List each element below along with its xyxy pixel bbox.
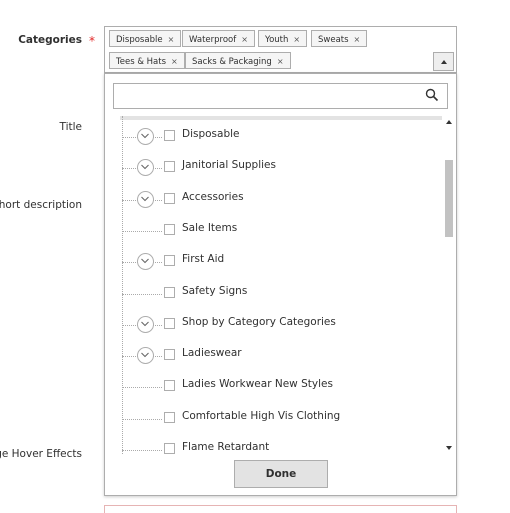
tree-item[interactable]: Flame Retardant [120,439,442,454]
image-hover-effects-label: Image Hover Effects [0,448,82,460]
tag-label: Disposable [116,35,163,45]
tree-item-label: Safety Signs [182,284,248,297]
remove-tag-icon[interactable]: × [241,35,248,44]
category-checkbox[interactable] [164,286,175,298]
tag-disposable[interactable]: Disposable × [109,30,182,47]
categories-label: Categories [18,34,82,46]
tree-branch-line [122,387,162,389]
tree-item[interactable]: First Aid [120,251,442,273]
categories-selected-tags[interactable]: Disposable × Waterproof × Youth × Sweats × T… [104,26,457,73]
required-asterisk: * [89,34,95,48]
remove-tag-icon[interactable]: × [354,35,361,44]
dropdown-footer: Done [105,454,456,495]
tree-item-label: Comfortable High Vis Clothing [182,409,341,422]
tree-item-label: Shop by Category Categories [182,315,336,328]
tag-tees-hats[interactable]: Tees & Hats × [109,52,185,69]
expand-chevron-icon[interactable] [137,315,154,333]
tag-youth[interactable]: Youth × [258,30,308,47]
remove-tag-icon[interactable]: × [293,35,300,44]
tree-item-label: Accessories [182,190,244,203]
done-button[interactable]: Done [234,460,328,488]
scrollbar-thumb[interactable] [445,160,453,237]
tree-item-label: Ladies Workwear New Styles [182,378,333,391]
tag-label: Youth [265,35,289,45]
next-field-input[interactable] [104,505,457,513]
tag-sweats[interactable]: Sweats × [311,30,368,47]
expand-chevron-icon[interactable] [137,128,154,145]
category-checkbox[interactable] [164,223,175,235]
tag-waterproof[interactable]: Waterproof × [182,30,255,47]
tree-item[interactable]: Ladies Workwear New Styles [120,376,442,398]
search-icon[interactable] [425,88,439,102]
tree-item[interactable]: Sale Items [120,220,442,242]
tree-item[interactable]: Shop by Category Categories [120,314,442,336]
category-checkbox[interactable] [164,255,175,267]
remove-tag-icon[interactable]: × [171,57,178,66]
tree-item[interactable]: Ladieswear [120,345,442,367]
tree-item[interactable]: Janitorial Supplies [120,157,442,179]
category-checkbox[interactable] [164,192,175,204]
tree-item[interactable]: Disposable [120,126,442,148]
expand-chevron-icon[interactable] [137,159,154,177]
category-checkbox[interactable] [164,317,175,329]
category-checkbox[interactable] [164,349,175,361]
scroll-up-arrow-icon[interactable] [446,120,452,124]
tree-item[interactable]: Safety Signs [120,283,442,305]
tag-label: Waterproof [189,35,237,45]
tag-label: Sweats [318,35,349,45]
short-description-label: Short description [0,199,82,211]
tree-item-label: First Aid [182,253,225,266]
expand-chevron-icon[interactable] [137,347,154,365]
dropdown-toggle-button[interactable] [433,52,454,71]
title-label: Title [59,121,82,133]
tag-label: Tees & Hats [116,57,167,67]
tree-scrollbar[interactable] [444,116,454,454]
tree-branch-line [122,293,162,295]
tree-branch-line [122,418,162,420]
expand-chevron-icon[interactable] [137,253,154,271]
remove-tag-icon[interactable]: × [277,57,284,66]
expand-chevron-icon[interactable] [137,190,154,208]
category-checkbox[interactable] [164,161,175,173]
tree-scroll-top-edge [120,116,442,120]
tag-label: Sacks & Packaging [192,57,272,67]
tree-item-label: Ladieswear [182,347,242,360]
category-checkbox[interactable] [164,380,175,392]
category-dropdown-panel: Disposable Janitorial Supplies Accessories… [104,73,457,496]
tree-item-label: Sale Items [182,221,238,234]
category-tree: Disposable Janitorial Supplies Accessories… [120,116,442,454]
category-checkbox[interactable] [164,443,175,454]
scroll-down-arrow-icon[interactable] [446,446,452,450]
category-checkbox[interactable] [164,130,175,141]
category-checkbox[interactable] [164,411,175,423]
remove-tag-icon[interactable]: × [168,35,175,44]
tree-item-label: Janitorial Supplies [182,159,276,172]
category-search-input[interactable] [113,83,448,109]
tag-sacks-packaging[interactable]: Sacks & Packaging × [185,52,291,69]
tree-item-label: Disposable [182,128,240,140]
tree-branch-line [122,230,162,232]
tree-item[interactable]: Comfortable High Vis Clothing [120,408,442,430]
tree-item-label: Flame Retardant [182,441,270,453]
tree-item[interactable]: Accessories [120,189,442,211]
tree-branch-line [122,450,162,451]
